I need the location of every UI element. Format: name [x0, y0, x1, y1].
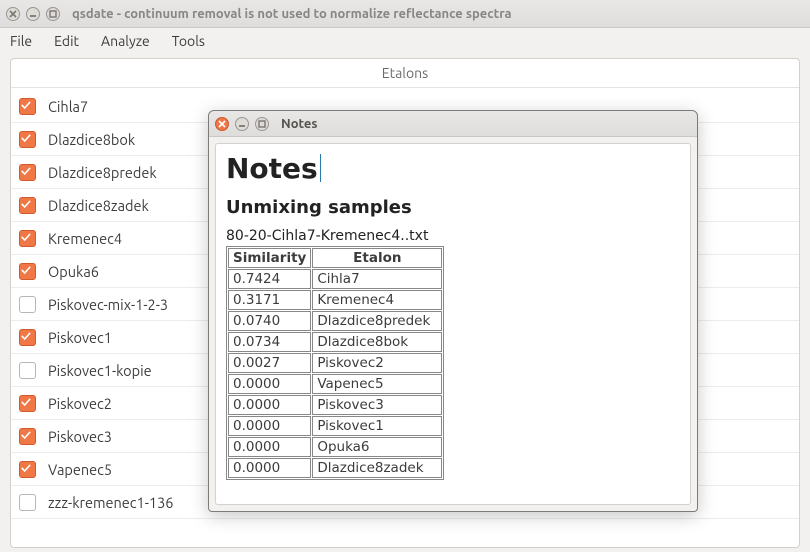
- table-row: 0.0000Opuka6: [228, 437, 442, 457]
- similarity-cell: 0.0000: [228, 395, 311, 415]
- checkbox[interactable]: [19, 230, 36, 247]
- table-row: 0.0734Dlazdice8bok: [228, 332, 442, 352]
- etalon-cell: Piskovec2: [312, 353, 442, 373]
- col-etalon: Etalon: [312, 248, 442, 268]
- checkbox[interactable]: [19, 296, 36, 313]
- notes-subheading: Unmixing samples: [226, 197, 680, 218]
- list-item-label: Dlazdice8bok: [48, 131, 135, 148]
- checkbox[interactable]: [19, 461, 36, 478]
- similarity-cell: 0.0000: [228, 437, 311, 457]
- list-item-label: Vapenec5: [48, 461, 112, 478]
- similarity-cell: 0.3171: [228, 290, 311, 310]
- etalon-cell: Cihla7: [312, 269, 442, 289]
- checkbox[interactable]: [19, 164, 36, 181]
- etalon-cell: Dlazdice8predek: [312, 311, 442, 331]
- list-item-label: Piskovec3: [48, 428, 112, 445]
- table-row: 0.0000Piskovec3: [228, 395, 442, 415]
- similarity-cell: 0.0000: [228, 374, 311, 394]
- similarity-cell: 0.0734: [228, 332, 311, 352]
- notes-titlebar[interactable]: Notes: [209, 111, 697, 137]
- maximize-icon[interactable]: [255, 117, 269, 131]
- etalon-cell: Dlazdice8zadek: [312, 458, 442, 478]
- menu-edit[interactable]: Edit: [54, 33, 79, 49]
- similarity-cell: 0.0000: [228, 458, 311, 478]
- main-titlebar[interactable]: qsdate - continuum removal is not used t…: [0, 0, 810, 28]
- etalon-cell: Kremenec4: [312, 290, 442, 310]
- table-row: 0.0000Vapenec5: [228, 374, 442, 394]
- notes-window-title: Notes: [281, 117, 318, 131]
- etalon-cell: Piskovec1: [312, 416, 442, 436]
- checkbox[interactable]: [19, 395, 36, 412]
- panel-title: Etalons: [11, 59, 799, 88]
- checkbox[interactable]: [19, 494, 36, 511]
- list-item-label: Dlazdice8predek: [48, 164, 157, 181]
- table-row: 0.0027Piskovec2: [228, 353, 442, 373]
- list-item-label: Dlazdice8zadek: [48, 197, 149, 214]
- list-item-label: Opuka6: [48, 263, 99, 280]
- notes-caption: 80-20-Cihla7-Kremenec4..txt: [226, 228, 680, 244]
- close-icon[interactable]: [215, 117, 229, 131]
- similarity-cell: 0.0027: [228, 353, 311, 373]
- notes-h1-text: Notes: [226, 152, 318, 185]
- etalon-cell: Piskovec3: [312, 395, 442, 415]
- checkbox[interactable]: [19, 362, 36, 379]
- checkbox[interactable]: [19, 98, 36, 115]
- maximize-icon[interactable]: [46, 7, 60, 21]
- etalon-cell: Dlazdice8bok: [312, 332, 442, 352]
- table-row: 0.7424Cihla7: [228, 269, 442, 289]
- list-item-label: Piskovec2: [48, 395, 112, 412]
- similarity-cell: 0.0740: [228, 311, 311, 331]
- window-title: qsdate - continuum removal is not used t…: [72, 7, 512, 21]
- minimize-icon[interactable]: [26, 7, 40, 21]
- notes-body[interactable]: Notes Unmixing samples 80-20-Cihla7-Krem…: [215, 143, 691, 505]
- text-cursor: [320, 154, 322, 182]
- list-item-label: Kremenec4: [48, 230, 122, 247]
- table-row: 0.0740Dlazdice8predek: [228, 311, 442, 331]
- similarity-table: Similarity Etalon 0.7424Cihla70.3171Krem…: [226, 246, 444, 480]
- menu-tools[interactable]: Tools: [172, 33, 205, 49]
- list-item-label: Cihla7: [48, 98, 88, 115]
- list-item-label: zzz-kremenec1-136: [48, 494, 173, 511]
- checkbox[interactable]: [19, 329, 36, 346]
- checkbox[interactable]: [19, 197, 36, 214]
- table-row: 0.0000Dlazdice8zadek: [228, 458, 442, 478]
- similarity-cell: 0.0000: [228, 416, 311, 436]
- list-item-label: Piskovec-mix-1-2-3: [48, 296, 168, 313]
- checkbox[interactable]: [19, 131, 36, 148]
- notes-window[interactable]: Notes Notes Unmixing samples 80-20-Cihla…: [208, 110, 698, 512]
- etalon-cell: Opuka6: [312, 437, 442, 457]
- list-item-label: Piskovec1-kopie: [48, 362, 152, 379]
- menu-analyze[interactable]: Analyze: [101, 33, 150, 49]
- checkbox[interactable]: [19, 428, 36, 445]
- similarity-cell: 0.7424: [228, 269, 311, 289]
- notes-heading: Notes: [226, 152, 321, 185]
- menubar: File Edit Analyze Tools: [0, 28, 810, 54]
- table-row: 0.0000Piskovec1: [228, 416, 442, 436]
- table-row: 0.3171Kremenec4: [228, 290, 442, 310]
- list-item-label: Piskovec1: [48, 329, 112, 346]
- col-similarity: Similarity: [228, 248, 311, 268]
- etalon-cell: Vapenec5: [312, 374, 442, 394]
- menu-file[interactable]: File: [10, 33, 32, 49]
- checkbox[interactable]: [19, 263, 36, 280]
- close-icon[interactable]: [6, 7, 20, 21]
- minimize-icon[interactable]: [235, 117, 249, 131]
